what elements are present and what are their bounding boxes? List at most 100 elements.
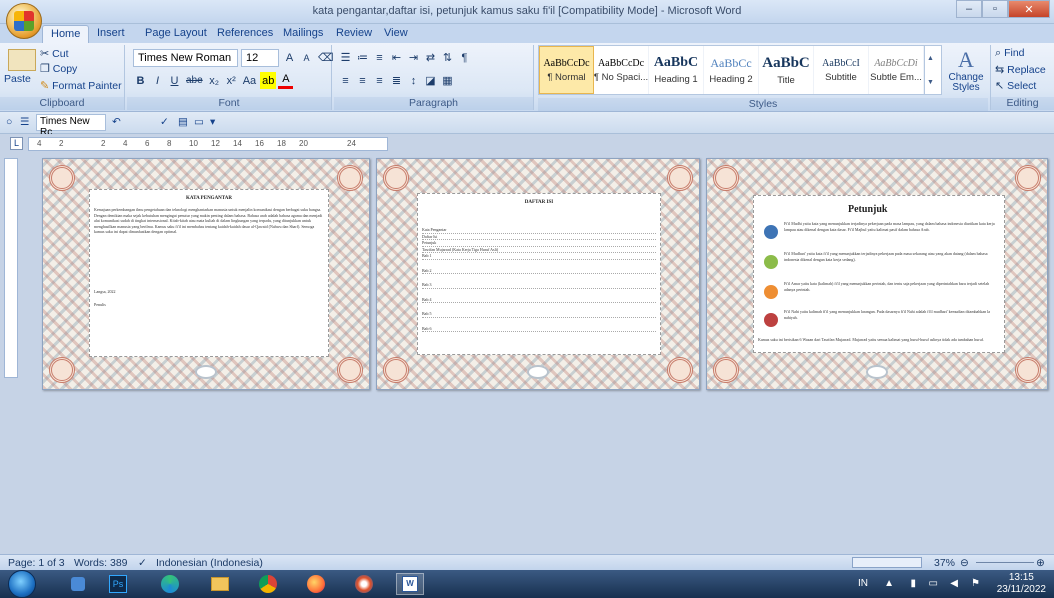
change-case-button[interactable]: Aa: [241, 72, 258, 89]
maximize-button[interactable]: ▫: [982, 0, 1008, 18]
increase-indent-icon[interactable]: ⇥: [406, 49, 421, 66]
network-icon[interactable]: ▲: [884, 578, 894, 589]
qat-circle-icon[interactable]: ○: [6, 116, 12, 128]
clock[interactable]: 13:15 23/11/2022: [997, 572, 1046, 596]
proofing-icon[interactable]: ✓: [138, 557, 147, 569]
page-daftar-isi[interactable]: DAFTAR ISI Kata Pengantar Daftar Isi Pet…: [376, 158, 700, 390]
borders-icon[interactable]: ▦: [440, 72, 455, 89]
paste-button[interactable]: Paste: [4, 73, 31, 85]
find-button[interactable]: ⌕ Find: [995, 47, 1025, 60]
browser-icon[interactable]: [350, 573, 378, 595]
grow-font-button[interactable]: A: [282, 49, 297, 66]
line-spacing-icon[interactable]: ↕: [406, 72, 421, 89]
italic-button[interactable]: I: [150, 72, 165, 89]
photoshop-icon[interactable]: Ps: [104, 573, 132, 595]
zoom-out-icon[interactable]: ⊖: [960, 557, 969, 569]
office-button[interactable]: [6, 3, 42, 39]
justify-icon[interactable]: ≣: [389, 72, 404, 89]
highlight-icon[interactable]: ab: [260, 72, 277, 89]
language-indicator[interactable]: IN: [858, 578, 868, 589]
minimize-button[interactable]: –: [956, 0, 982, 18]
shading-icon[interactable]: ◪: [423, 72, 438, 89]
style-title[interactable]: AaBbC Title: [759, 46, 814, 94]
style-subtle-emphasis[interactable]: AaBbCcDi Subtle Em...: [869, 46, 924, 94]
zoom-level[interactable]: 37%: [934, 557, 955, 569]
edge-icon[interactable]: [156, 573, 184, 595]
qat-list-icon[interactable]: ☰: [20, 116, 29, 128]
file-explorer-icon[interactable]: [206, 573, 234, 595]
sort-icon[interactable]: ⇅: [440, 49, 455, 66]
clear-format-icon[interactable]: ⌫: [316, 49, 336, 66]
start-button[interactable]: [8, 570, 36, 598]
change-styles-button[interactable]: A Change Styles: [946, 47, 986, 93]
font-size-combo[interactable]: 12: [241, 49, 279, 67]
page-count[interactable]: Page: 1 of 3: [8, 557, 65, 569]
superscript-button[interactable]: x²: [224, 72, 239, 89]
style-subtitle[interactable]: AaBbCcI Subtitle: [814, 46, 869, 94]
decrease-indent-icon[interactable]: ⇤: [389, 49, 404, 66]
print-preview-icon[interactable]: ▤: [178, 116, 188, 128]
select-button[interactable]: ↖ Select: [995, 79, 1036, 92]
bold-button[interactable]: B: [133, 72, 148, 89]
close-button[interactable]: ✕: [1008, 0, 1050, 18]
style-normal[interactable]: AaBbCcDc ¶ Normal: [539, 46, 594, 94]
spelling-icon[interactable]: ✓: [160, 116, 169, 128]
view-buttons[interactable]: [852, 557, 922, 568]
scroll-down-icon[interactable]: ▼: [927, 79, 934, 86]
style-heading-1[interactable]: AaBbC Heading 1: [649, 46, 704, 94]
battery-icon[interactable]: ▭: [929, 578, 938, 589]
chrome-icon[interactable]: [254, 573, 282, 595]
underline-button[interactable]: U: [167, 72, 182, 89]
volume-icon[interactable]: ◀: [950, 578, 958, 589]
font-name-combo[interactable]: Times New Roman: [133, 49, 238, 67]
page-kata-pengantar[interactable]: KATA PENGANTAR Kemajuan perkembangan ilm…: [42, 158, 370, 390]
text-direction-icon[interactable]: ⇄: [423, 49, 438, 66]
qat-font-combo[interactable]: Times New Rc: [36, 114, 106, 138]
zoom-slider[interactable]: [976, 562, 1034, 563]
tab-selector-icon[interactable]: L: [10, 137, 23, 150]
styles-scroll[interactable]: ▲ ▼: [924, 46, 936, 94]
numbering-icon[interactable]: ≔: [355, 49, 370, 66]
open-folder-icon[interactable]: ▭: [194, 116, 204, 128]
signal-icon[interactable]: ▮: [910, 578, 916, 589]
tab-mailings[interactable]: Mailings: [283, 27, 323, 43]
cut-button[interactable]: ✂ Cut: [40, 47, 68, 60]
paste-icon[interactable]: [8, 49, 36, 71]
tab-insert[interactable]: Insert: [97, 27, 125, 43]
vertical-ruler[interactable]: [4, 158, 18, 378]
page-petunjuk[interactable]: Petunjuk Fi'il Madhi yaitu kata yang men…: [706, 158, 1048, 390]
language-status[interactable]: Indonesian (Indonesia): [156, 557, 263, 569]
tab-review[interactable]: Review: [336, 27, 372, 43]
pilcrow-icon[interactable]: ¶: [457, 49, 472, 66]
replace-button[interactable]: ⇆ Replace: [995, 63, 1046, 76]
tab-view[interactable]: View: [384, 27, 408, 43]
tab-home[interactable]: Home: [42, 25, 90, 43]
subscript-button[interactable]: x₂: [207, 72, 222, 89]
media-player-icon[interactable]: [64, 573, 92, 595]
copy-button[interactable]: ❐ Copy: [40, 62, 77, 75]
font-color-icon[interactable]: A: [278, 72, 294, 89]
align-center-icon[interactable]: ≡: [355, 72, 370, 89]
strikethrough-button[interactable]: abe: [184, 72, 205, 89]
firefox-icon[interactable]: [302, 573, 330, 595]
customize-qat-icon[interactable]: ▾: [210, 116, 215, 128]
style-no-spacing[interactable]: AaBbCcDc ¶ No Spaci...: [594, 46, 649, 94]
word-count[interactable]: Words: 389: [74, 557, 128, 569]
zoom-in-icon[interactable]: ⊕: [1036, 557, 1045, 569]
paragraph-group: ☰ ≔ ≡ ⇤ ⇥ ⇄ ⇅ ¶ ≡ ≡ ≡ ≣ ↕ ◪ ▦ Paragraph: [334, 45, 534, 110]
tab-references[interactable]: References: [217, 27, 273, 43]
align-right-icon[interactable]: ≡: [372, 72, 387, 89]
bullets-icon[interactable]: ☰: [338, 49, 353, 66]
horizontal-ruler[interactable]: 4 2 2 4 6 8 10 12 14 16 18 20 24: [28, 137, 388, 151]
style-heading-2[interactable]: AaBbCc Heading 2: [704, 46, 759, 94]
flag-icon[interactable]: ⚑: [971, 578, 980, 589]
scroll-up-icon[interactable]: ▲: [927, 55, 934, 62]
align-left-icon[interactable]: ≡: [338, 72, 353, 89]
format-painter-button[interactable]: ✎ Format Painter: [40, 79, 122, 92]
shrink-font-button[interactable]: A: [299, 49, 314, 66]
tab-page-layout[interactable]: Page Layout: [145, 27, 207, 43]
multilevel-icon[interactable]: ≡: [372, 49, 387, 66]
word-taskbar-icon[interactable]: W: [396, 573, 424, 595]
undo-icon[interactable]: ↶: [112, 116, 121, 128]
format-painter-label: Format Painter: [52, 80, 122, 92]
